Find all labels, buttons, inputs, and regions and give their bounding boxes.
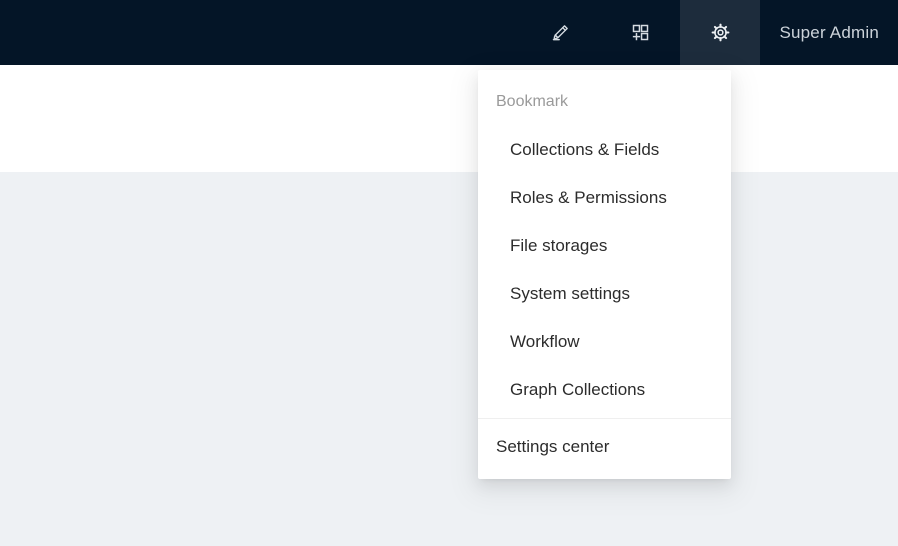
user-menu[interactable]: Super Admin	[760, 0, 898, 65]
appstore-add-icon	[630, 22, 651, 43]
menu-item-roles-permissions[interactable]: Roles & Permissions	[478, 174, 731, 222]
plugin-manager-button[interactable]	[600, 0, 680, 65]
menu-item-system-settings[interactable]: System settings	[478, 270, 731, 318]
gear-icon	[710, 22, 731, 43]
settings-dropdown-menu: Bookmark Collections & Fields Roles & Pe…	[478, 70, 731, 479]
menu-item-collections-fields[interactable]: Collections & Fields	[478, 126, 731, 174]
menu-item-file-storages[interactable]: File storages	[478, 222, 731, 270]
menu-divider	[478, 418, 731, 419]
menu-group-label-bookmark: Bookmark	[478, 78, 731, 126]
top-navbar: Super Admin	[0, 0, 898, 65]
page-content	[0, 172, 898, 546]
menu-item-graph-collections[interactable]: Graph Collections	[478, 366, 731, 414]
highlighter-icon	[550, 22, 571, 43]
page-subheader	[0, 65, 898, 172]
menu-item-workflow[interactable]: Workflow	[478, 318, 731, 366]
menu-item-settings-center[interactable]: Settings center	[478, 423, 731, 471]
user-menu-label: Super Admin	[779, 23, 879, 43]
ui-editor-button[interactable]	[520, 0, 600, 65]
settings-button[interactable]	[680, 0, 760, 65]
